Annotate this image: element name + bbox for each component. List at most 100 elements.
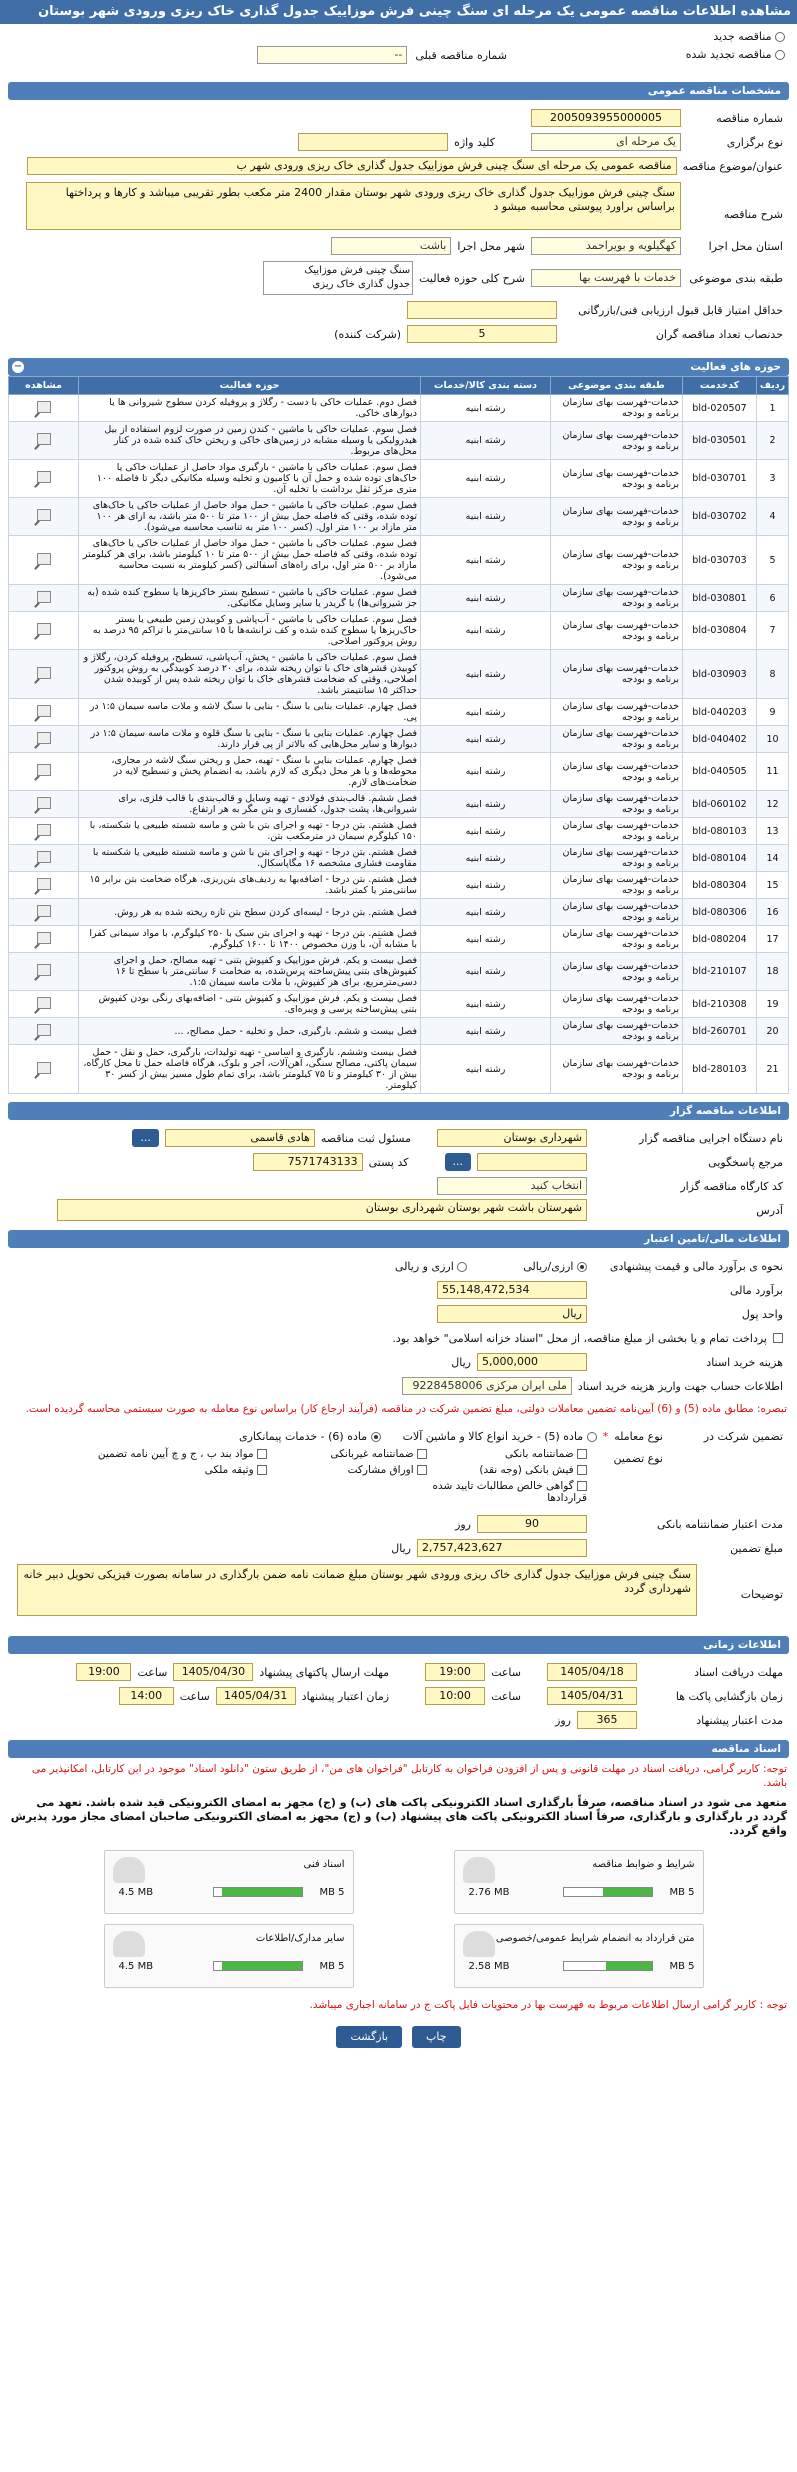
cloud-download-icon[interactable] (112, 1857, 145, 1883)
view-cell[interactable] (8, 649, 79, 699)
back-button[interactable]: بازگشت (336, 2026, 403, 2048)
resp-more-button[interactable]: ... (132, 1129, 159, 1147)
cloud-download-icon[interactable] (112, 1931, 145, 1957)
print-button[interactable]: چاپ (412, 2026, 461, 2048)
view-cell[interactable] (8, 952, 79, 991)
view-cell[interactable] (8, 459, 79, 498)
view-cell[interactable] (8, 898, 79, 926)
estimate-fx-option[interactable]: ارزی و ریالی (395, 1260, 468, 1273)
guarantee-type-option[interactable]: گواهی خالص مطالبات تایید شده قراردادها (427, 1480, 587, 1504)
category-cell: خدمات-فهرست بهای سازمان برنامه و بودجه (550, 925, 683, 953)
guarantee-type-checkbox[interactable] (417, 1449, 427, 1459)
account-select[interactable]: ملی ایران مرکزی 9228458006 (401, 1377, 572, 1395)
view-icon[interactable] (36, 796, 51, 809)
view-icon[interactable] (36, 1023, 51, 1036)
view-cell[interactable] (8, 790, 79, 818)
guarantee-type-checkbox[interactable] (577, 1481, 587, 1491)
guarantee-type-checkbox[interactable] (257, 1449, 267, 1459)
view-cell[interactable] (8, 497, 79, 536)
partial-checkbox[interactable] (773, 1333, 783, 1343)
view-icon[interactable] (36, 509, 51, 521)
guarantee-type-checkbox[interactable] (417, 1465, 427, 1475)
guarantee-type-checkbox[interactable] (577, 1465, 587, 1475)
category-cell: خدمات-فهرست بهای سازمان برنامه و بودجه (550, 817, 683, 845)
view-icon[interactable] (36, 996, 51, 1009)
cloud-download-icon[interactable] (462, 1857, 495, 1883)
guarantee-type-checkbox[interactable] (577, 1449, 587, 1459)
province-select[interactable]: کهگیلویه و بویراحمد (531, 237, 681, 255)
activity-list[interactable]: سنگ چینی فرش موزاییک جدول گذاری خاک ریزی (263, 261, 414, 295)
view-cell[interactable] (8, 817, 79, 845)
view-icon[interactable] (36, 823, 51, 836)
activity-cell: فصل بیست و ششم. بارگیری، حمل و تخلیه - ح… (78, 1017, 421, 1045)
view-icon[interactable] (36, 877, 51, 890)
document-file-box[interactable]: سایر مدارک/اطلاعات 5 MB 4.5 MB (103, 1924, 354, 1988)
guarantee-type-option[interactable]: ضمانتنامه غیربانکی (267, 1448, 427, 1460)
view-icon[interactable] (36, 850, 51, 863)
view-icon[interactable] (36, 904, 51, 917)
type-select[interactable]: یک مرحله ای (531, 133, 681, 151)
view-icon[interactable] (36, 764, 51, 776)
view-icon[interactable] (36, 964, 51, 976)
deal-opt2[interactable]: ماده (6) - خدمات پیمانکاری (239, 1430, 381, 1443)
guarantee-type-text: فیش بانکی (وجه نقد) (479, 1464, 574, 1476)
view-cell[interactable] (8, 611, 79, 650)
view-cell[interactable] (8, 844, 79, 872)
ref-more-button[interactable]: ... (444, 1153, 471, 1171)
view-icon[interactable] (36, 623, 51, 635)
document-file-box[interactable]: متن قرارداد به انضمام شرایط عمومی/خصوصی 5… (453, 1924, 704, 1988)
view-icon[interactable] (36, 666, 51, 679)
view-cell[interactable] (8, 421, 79, 460)
collapse-icon[interactable]: − (12, 361, 24, 373)
view-cell[interactable] (8, 698, 79, 726)
activity-cell: فصل سوم. عملیات خاکی با ماشین - تسطیح بس… (78, 584, 421, 612)
view-cell[interactable] (8, 925, 79, 953)
renewed-tender-option[interactable]: مناقصه تجدید شده (686, 48, 785, 61)
view-icon[interactable] (36, 931, 51, 944)
view-icon[interactable] (36, 433, 51, 445)
activity-cell: فصل سوم. عملیات خاکی با ماشین - پخش، آب‌… (78, 649, 421, 699)
deal-opt1[interactable]: ماده (5) - خرید انواع کالا و ماشین آلات (403, 1430, 597, 1443)
table-row: 19 bld-210308 خدمات-فهرست بهای سازمان برنا… (8, 990, 789, 1018)
view-icon[interactable] (36, 590, 51, 603)
guarantee-type-option[interactable]: مواد بند ب ، ج و چ آیین نامه تضمین (67, 1448, 267, 1460)
new-tender-option[interactable]: مناقصه جدید (713, 30, 785, 43)
view-icon[interactable] (36, 471, 51, 483)
keyword-field[interactable] (298, 133, 449, 151)
table-row: 5 bld-030703 خدمات-فهرست بهای سازمان برنام… (8, 535, 789, 585)
prev-number-select[interactable]: -- (257, 46, 408, 64)
cloud-download-icon[interactable] (462, 1931, 495, 1957)
guarantee-type-option[interactable]: وثیقه ملکی (67, 1464, 267, 1476)
guarantee-type-option[interactable]: ضمانتنامه بانکی (427, 1448, 587, 1460)
view-icon[interactable] (36, 1061, 51, 1074)
guarantee-type-option[interactable]: فیش بانکی (وجه نقد) (427, 1464, 587, 1476)
min-bidders-unit: (شرکت کننده) (334, 327, 401, 341)
estimate-rial-option[interactable]: ارزی/ریالی (523, 1260, 587, 1273)
view-cell[interactable] (8, 584, 79, 612)
view-icon[interactable] (36, 704, 51, 717)
workshop-select[interactable]: انتخاب کنید (437, 1177, 587, 1195)
guarantee-type-option[interactable]: اوراق مشارکت (267, 1464, 427, 1476)
view-cell[interactable] (8, 871, 79, 899)
category-select[interactable]: خدمات با فهرست بها (531, 269, 681, 287)
view-icon[interactable] (36, 731, 51, 744)
city-select[interactable]: باشت (331, 237, 452, 255)
guarantee-type-checkbox[interactable] (257, 1465, 267, 1475)
view-cell[interactable] (8, 535, 79, 585)
view-cell[interactable] (8, 1044, 79, 1094)
document-file-box[interactable]: شرایط و ضوابط مناقصه 5 MB 2.76 MB (453, 1850, 704, 1914)
view-cell[interactable] (8, 752, 79, 791)
validity-date: 1405/04/31 (215, 1687, 296, 1705)
view-icon[interactable] (36, 552, 51, 565)
view-cell[interactable] (8, 725, 79, 753)
validity-time: 14:00 (118, 1687, 174, 1705)
partial-label: پرداخت تمام و یا بخشی از مبلغ مناقصه، از… (392, 1331, 767, 1345)
view-cell[interactable] (8, 990, 79, 1018)
min-bidders-label: حدنصاب تعداد مناقصه گران (655, 327, 783, 341)
document-file-box[interactable]: اسناد فنی 5 MB 4.5 MB (103, 1850, 354, 1914)
view-icon[interactable] (36, 400, 51, 413)
table-row: 4 bld-030702 خدمات-فهرست بهای سازمان برنام… (8, 497, 789, 536)
view-cell[interactable] (8, 394, 79, 422)
doc-cost-label: هزینه خرید اسناد (706, 1355, 783, 1369)
view-cell[interactable] (8, 1017, 79, 1045)
